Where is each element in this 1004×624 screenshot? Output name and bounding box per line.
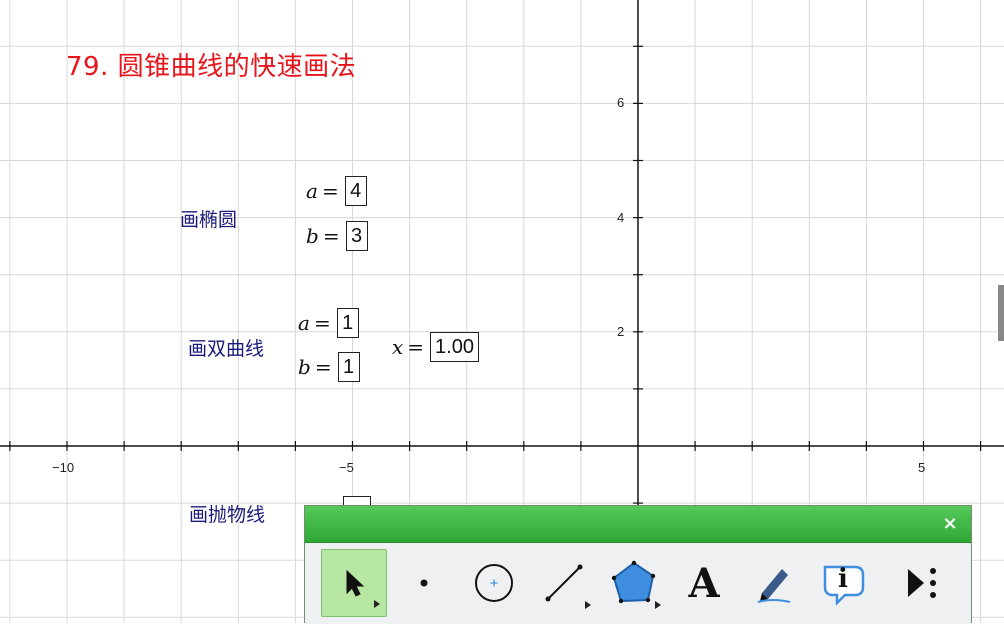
equals-sign: = (407, 335, 425, 359)
info-tool-button[interactable]: i (811, 549, 877, 617)
toolbox-header[interactable]: × (305, 506, 971, 543)
move-tool-button[interactable] (321, 549, 387, 617)
ellipse-label[interactable]: 画椭圆 (180, 205, 237, 232)
hyperbola-label[interactable]: 画双曲线 (188, 334, 264, 361)
ellipse-a-parameter[interactable]: a = 4 (306, 176, 367, 206)
hyperbola-b-value[interactable]: 1 (337, 352, 360, 382)
pen-icon (757, 569, 791, 603)
equals-sign: = (314, 355, 332, 379)
play-more-icon (908, 568, 936, 598)
hyperbola-a-value[interactable]: 1 (336, 308, 359, 338)
ellipse-a-value[interactable]: 4 (344, 176, 367, 206)
info-glyph: i (838, 564, 848, 594)
close-icon[interactable]: × (941, 515, 959, 533)
hyperbola-x-parameter[interactable]: x = 1.00 (392, 332, 479, 362)
ellipse-b-value[interactable]: 3 (345, 221, 368, 251)
marker-tool-button[interactable] (741, 549, 807, 617)
hyperbola-b-name: b (298, 355, 311, 379)
submenu-arrow-icon (655, 601, 661, 609)
equals-sign: = (321, 179, 339, 203)
y-tick-label: 2 (617, 324, 625, 339)
text-A-icon: A (688, 559, 720, 607)
hyperbola-x-value[interactable]: 1.00 (430, 332, 479, 362)
page-title: 79. 圆锥曲线的快速画法 (66, 52, 357, 82)
toolbox-tools: A i (305, 543, 971, 624)
point-tool-button[interactable] (391, 549, 457, 617)
hyperbola-a-parameter[interactable]: a = 1 (298, 308, 359, 338)
y-tick-label: 6 (617, 95, 625, 110)
parabola-label[interactable]: 画抛物线 (189, 500, 265, 527)
submenu-arrow-icon (585, 601, 591, 609)
ellipse-b-parameter[interactable]: b = 3 (306, 221, 368, 251)
x-tick-label: −10 (52, 460, 75, 475)
toolbox-panel[interactable]: × A i (304, 505, 972, 624)
x-tick-label: 5 (918, 460, 926, 475)
equals-sign: = (322, 224, 340, 248)
compass-tool-button[interactable] (461, 549, 527, 617)
arrow-pointer-icon (346, 569, 365, 597)
hyperbola-b-parameter[interactable]: b = 1 (298, 352, 360, 382)
hyperbola-x-name: x (392, 335, 404, 359)
custom-tool-button[interactable] (889, 549, 955, 617)
hyperbola-a-name: a (298, 311, 310, 335)
ellipse-b-name: b (306, 224, 319, 248)
dot-icon (420, 579, 428, 587)
segment-icon (545, 564, 583, 602)
polygon-tool-button[interactable] (601, 549, 667, 617)
line-tool-button[interactable] (531, 549, 597, 617)
scrollbar-thumb[interactable] (998, 285, 1004, 341)
x-tick-label: −5 (339, 460, 354, 475)
pentagon-icon (611, 560, 656, 604)
submenu-arrow-icon (374, 600, 380, 608)
equals-sign: = (313, 311, 331, 335)
text-tool-button[interactable]: A (671, 549, 737, 617)
ellipse-a-name: a (306, 179, 318, 203)
y-tick-label: 4 (617, 210, 625, 225)
circle-icon (475, 564, 513, 602)
